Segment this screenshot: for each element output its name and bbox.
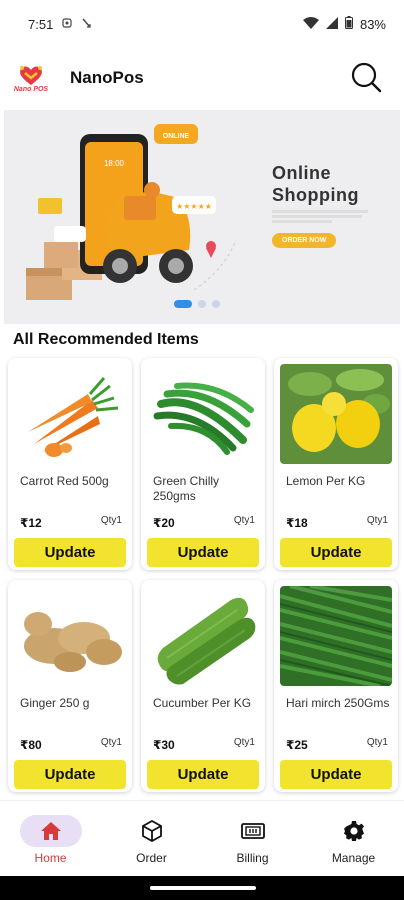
product-card[interactable]: Cucumber Per KG ₹30 Qty1 Update — [141, 580, 265, 792]
product-card[interactable]: Green Chilly 250gms ₹20 Qty1 Update — [141, 358, 265, 570]
nav-pill — [323, 815, 385, 847]
product-name: Carrot Red 500g — [20, 474, 109, 488]
home-icon — [40, 822, 61, 840]
update-button[interactable]: Update — [147, 760, 259, 789]
nav-label: Billing — [236, 851, 269, 865]
product-name: Hari mirch 250Gms — [286, 696, 390, 710]
nav-label: Home — [34, 851, 67, 865]
promo-banner[interactable]: 18:00 ONLINE ★★★★★ Online Shopping ORDER… — [4, 110, 400, 324]
status-time: 7:51 — [28, 16, 54, 32]
wifi-icon — [302, 16, 319, 32]
search-icon — [351, 62, 382, 93]
nav-label: Manage — [331, 851, 376, 865]
product-price: ₹20 — [153, 516, 175, 530]
nav-item-home[interactable]: Home — [0, 801, 101, 876]
order-now-button[interactable]: ORDER NOW — [272, 233, 337, 248]
hari-mirch-image — [280, 586, 392, 686]
carousel-indicator — [174, 300, 220, 308]
update-button[interactable]: Update — [14, 760, 126, 789]
product-card[interactable]: Ginger 250 g ₹80 Qty1 Update — [8, 580, 132, 792]
product-grid: Carrot Red 500g ₹12 Qty1 Update Green Ch… — [8, 358, 398, 792]
update-button[interactable]: Update — [280, 760, 392, 789]
notification-icon — [61, 17, 73, 32]
app-title: NanoPos — [70, 68, 144, 87]
missed-call-icon — [81, 17, 93, 32]
carousel-dot[interactable] — [174, 300, 192, 308]
billing-icon — [240, 823, 265, 839]
nav-item-order[interactable]: Order — [101, 801, 202, 876]
product-name: Green Chilly 250gms — [153, 474, 220, 503]
bottom-nav: Home Order Billing Manage — [0, 800, 404, 876]
ginger-image — [14, 586, 126, 686]
status-bar: 7:51 83% — [0, 0, 404, 48]
carousel-dot[interactable] — [212, 300, 220, 308]
cucumber-image — [147, 586, 259, 686]
product-card[interactable]: Carrot Red 500g ₹12 Qty1 Update — [8, 358, 132, 570]
banner-text: Online Shopping ORDER NOW — [272, 162, 382, 248]
update-button[interactable]: Update — [280, 538, 392, 567]
product-qty: Qty1 — [366, 515, 388, 526]
banner-description — [272, 210, 382, 223]
phone-time: 18:00 — [104, 159, 125, 168]
product-price: ₹18 — [286, 516, 308, 530]
app-logo: Nano POS — [10, 59, 52, 97]
product-price: ₹80 — [20, 738, 42, 752]
home-gesture-handle[interactable] — [150, 886, 256, 890]
svg-text:★★★★★: ★★★★★ — [176, 202, 212, 211]
product-qty: Qty1 — [100, 515, 122, 526]
update-button[interactable]: Update — [147, 538, 259, 567]
gesture-bar — [0, 876, 404, 900]
signal-icon — [325, 16, 338, 32]
section-title: All Recommended Items — [13, 331, 199, 348]
update-button[interactable]: Update — [14, 538, 126, 567]
product-price: ₹25 — [286, 738, 308, 752]
nav-item-billing[interactable]: Billing — [202, 801, 303, 876]
cube-icon — [141, 820, 162, 842]
battery-icon — [344, 16, 353, 32]
carousel-dot[interactable] — [198, 300, 206, 308]
nav-label: Order — [136, 851, 167, 865]
product-name: Lemon Per KG — [286, 474, 366, 488]
nav-pill — [19, 815, 82, 847]
lemon-image — [280, 364, 392, 464]
battery-level: 83% — [359, 16, 386, 32]
product-qty: Qty1 — [233, 515, 255, 526]
product-qty: Qty1 — [233, 737, 255, 748]
product-price: ₹12 — [20, 516, 42, 530]
product-card[interactable]: Hari mirch 250Gms ₹25 Qty1 Update — [274, 580, 398, 792]
search-button[interactable] — [350, 61, 384, 95]
product-name: Cucumber Per KG — [153, 696, 252, 710]
green-chilli-image — [147, 364, 259, 464]
nav-item-manage[interactable]: Manage — [303, 801, 404, 876]
app-bar: Nano POS NanoPos — [0, 52, 404, 104]
product-price: ₹30 — [153, 738, 175, 752]
product-name: Ginger 250 g — [20, 696, 90, 710]
carrot-image — [14, 364, 126, 464]
nav-pill — [121, 815, 183, 847]
banner-title: Online Shopping — [272, 163, 359, 205]
product-card[interactable]: Lemon Per KG ₹18 Qty1 Update — [274, 358, 398, 570]
nav-pill — [222, 815, 284, 847]
logo-text: Nano POS — [13, 85, 49, 93]
product-qty: Qty1 — [100, 737, 122, 748]
product-qty: Qty1 — [366, 737, 388, 748]
gear-icon — [343, 821, 364, 841]
banner-bubble: ONLINE — [163, 133, 190, 140]
